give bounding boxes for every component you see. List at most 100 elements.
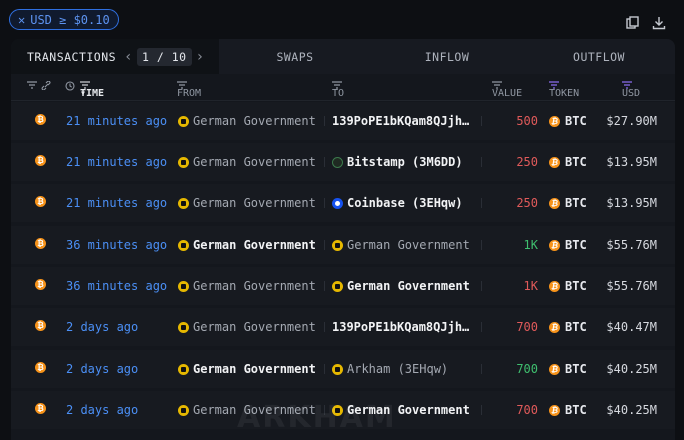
value-cell: 700 [516,362,538,376]
table-row[interactable]: ₿ 36 minutes ago German Government Germa… [11,267,675,305]
german-eagle-icon [178,115,189,127]
to-entity[interactable]: Coinbase (3EHqw) [332,196,463,210]
chevron-right-icon[interactable]: › [196,49,205,65]
german-eagle-icon [178,280,189,292]
bitcoin-icon: ₿ [549,321,560,333]
to-entity[interactable]: Bitstamp (3M6DD) [332,155,463,169]
usd-header-label: USD [622,88,641,99]
token-header[interactable]: TOKEN [549,81,579,99]
divider [324,157,325,167]
to-header[interactable]: TO [332,81,344,99]
download-icon[interactable] [652,16,666,30]
table-row[interactable]: ₿ 36 minutes ago German Government Germa… [11,226,675,264]
sort-down-icon[interactable]: ▾ [80,88,86,99]
german-eagle-icon [178,404,189,416]
time-link[interactable]: 2 days ago [66,362,138,376]
from-entity[interactable]: German Government [178,279,316,293]
to-entity[interactable]: German Government [332,238,470,252]
time-link[interactable]: 21 minutes ago [66,155,167,169]
german-eagle-icon [332,363,343,375]
from-entity[interactable]: German Government [178,320,316,334]
table-row[interactable]: ₿ 2 days ago German Government Arkham (3… [11,350,675,388]
table-row[interactable]: ₿ 21 minutes ago German Government Bitst… [11,143,675,181]
time-link[interactable]: 36 minutes ago [66,279,167,293]
value-header-label: VALUE [492,88,523,99]
time-link[interactable]: 21 minutes ago [66,114,167,128]
time-link[interactable]: 2 days ago [66,403,138,417]
german-eagle-icon [332,239,343,251]
value-cell: 1K [523,279,538,293]
to-entity[interactable]: German Government [332,279,470,293]
bitcoin-icon: ₿ [35,114,46,125]
from-entity[interactable]: German Government [178,196,316,210]
tab-transactions[interactable]: TRANSACTIONS ‹ 1 / 10 › [11,39,219,74]
table-row[interactable]: ₿ 2 days ago German Government 139PoPE1b… [11,308,675,346]
divider [324,198,325,208]
table-header: TIME ▾ FROM TO VALUE TOKEN USD [11,74,675,101]
time-link[interactable]: 36 minutes ago [66,238,167,252]
divider [324,240,325,250]
usd-cell: $13.95M [606,196,657,210]
divider [481,364,482,374]
bitcoin-icon: ₿ [549,115,560,127]
german-eagle-icon [178,363,189,375]
usd-cell: $55.76M [606,279,657,293]
divider [481,116,482,126]
value-cell: 250 [516,196,538,210]
divider [481,198,482,208]
to-entity[interactable]: 139PoPE1bKQam8QJjh… [332,114,469,128]
divider [324,364,325,374]
divider [481,157,482,167]
tab-bar: TRANSACTIONS ‹ 1 / 10 › SWAPS INFLOW OUT… [11,39,675,74]
filter-label: USD ≥ $0.10 [30,12,110,27]
time-link[interactable]: 2 days ago [66,320,138,334]
bitcoin-icon: ₿ [35,279,46,290]
watermark: ARKHAM [237,400,397,435]
value-cell: 700 [516,320,538,334]
tab-swaps[interactable]: SWAPS [219,39,371,74]
bitcoin-icon: ₿ [35,196,46,207]
value-header[interactable]: VALUE [492,81,522,99]
from-entity[interactable]: German Government [178,114,316,128]
to-entity[interactable]: 139PoPE1bKQam8QJjh… [332,320,469,334]
pagination: ‹ 1 / 10 › [124,47,205,66]
link-icon[interactable] [41,81,51,90]
bitcoin-icon: ₿ [35,238,46,249]
german-eagle-icon [178,239,189,251]
close-icon[interactable]: ✕ [18,13,25,27]
bitstamp-icon [332,156,343,168]
table-row[interactable]: ₿ 21 minutes ago German Government Coinb… [11,184,675,222]
token-header-label: TOKEN [549,88,580,99]
time-header[interactable]: TIME ▾ [80,81,104,99]
tab-inflow[interactable]: INFLOW [371,39,523,74]
divider [481,322,482,332]
usd-cell: $13.95M [606,155,657,169]
chevron-left-icon[interactable]: ‹ [124,49,133,65]
german-eagle-icon [178,321,189,333]
to-header-label: TO [332,88,345,99]
tab-outflow[interactable]: OUTFLOW [523,39,675,74]
time-link[interactable]: 21 minutes ago [66,196,167,210]
usd-filter-chip[interactable]: ✕ USD ≥ $0.10 [9,9,119,30]
table-row[interactable]: ₿ 21 minutes ago German Government 139Po… [11,102,675,140]
from-header[interactable]: FROM [177,81,201,99]
bitcoin-icon: ₿ [35,362,46,373]
bitcoin-icon: ₿ [549,363,560,375]
transactions-panel: TRANSACTIONS ‹ 1 / 10 › SWAPS INFLOW OUT… [11,39,675,440]
clock-icon [65,81,75,91]
divider [481,240,482,250]
copy-icon[interactable] [626,16,640,30]
from-entity[interactable]: German Government [178,362,316,376]
usd-cell: $40.25M [606,403,657,417]
from-entity[interactable]: German Government [178,238,316,252]
tab-transactions-label: TRANSACTIONS [27,49,117,64]
value-cell: 1K [523,238,538,252]
bitcoin-icon: ₿ [549,404,560,416]
divider [481,281,482,291]
filter-icon[interactable] [27,81,37,89]
to-entity[interactable]: Arkham (3EHqw) [332,362,448,376]
divider [324,116,325,126]
usd-header[interactable]: USD [622,81,640,99]
page-indicator: 1 / 10 [137,47,192,66]
from-entity[interactable]: German Government [178,155,316,169]
